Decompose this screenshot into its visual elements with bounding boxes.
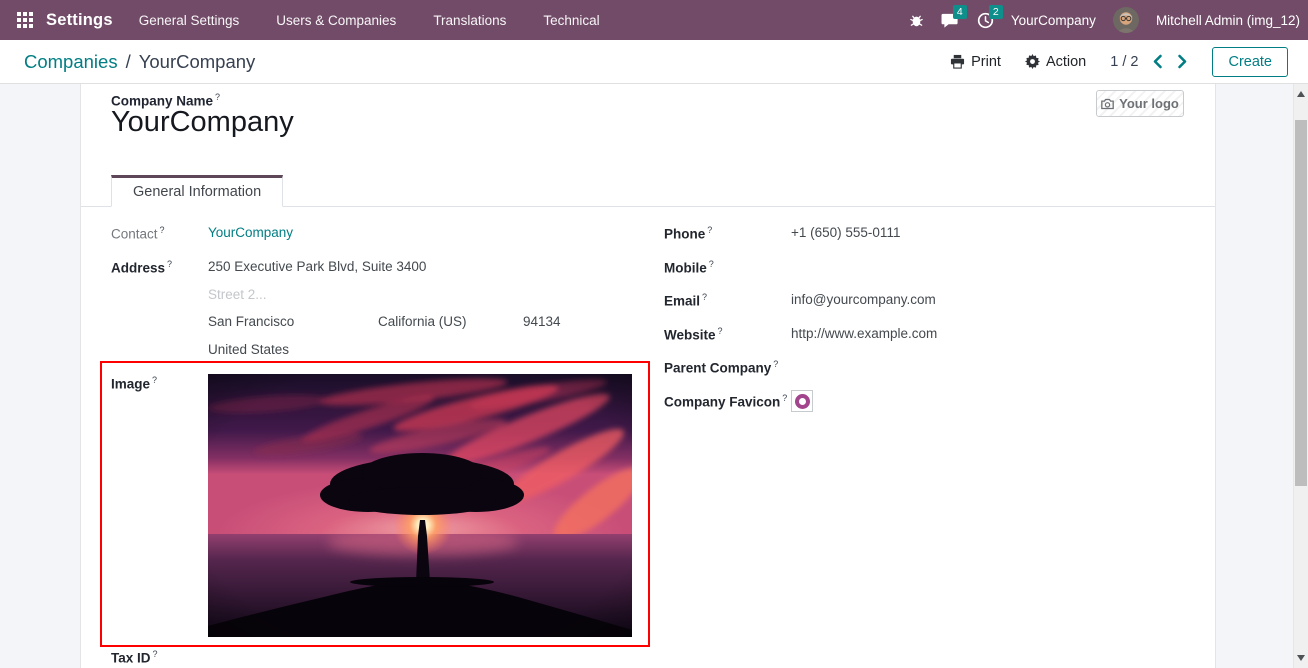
messages-badge: 4 <box>953 5 967 19</box>
printer-icon <box>950 54 965 69</box>
chevron-left-icon <box>1152 54 1163 69</box>
pager-next-button[interactable] <box>1177 54 1188 69</box>
help-marker: ? <box>707 225 712 235</box>
company-switcher[interactable]: YourCompany <box>1011 13 1096 28</box>
control-panel: Companies / YourCompany Print <box>0 40 1308 84</box>
menu-users-companies[interactable]: Users & Companies <box>276 13 396 28</box>
vertical-scrollbar[interactable] <box>1293 84 1308 668</box>
user-avatar[interactable] <box>1113 7 1139 33</box>
mobile-label-text: Mobile <box>664 261 707 276</box>
phone-label-text: Phone <box>664 227 705 242</box>
create-button[interactable]: Create <box>1212 47 1288 77</box>
sunset-tree-photo <box>208 374 632 637</box>
contact-label-text: Contact <box>111 227 158 242</box>
company-favicon-label: Company Favicon? <box>664 393 787 410</box>
website-input[interactable]: http://www.example.com <box>791 326 937 341</box>
scrollbar-up-button[interactable] <box>1294 86 1308 102</box>
breadcrumb-separator: / <box>126 51 131 73</box>
menu-translations[interactable]: Translations <box>433 13 506 28</box>
scrollbar-thumb[interactable] <box>1295 120 1307 486</box>
address-zip-input[interactable]: 94134 <box>523 314 561 329</box>
menu-general-settings[interactable]: General Settings <box>139 13 240 28</box>
form-view: Company Name? YourCompany Your logo Gene… <box>0 84 1308 668</box>
top-menu: General Settings Users & Companies Trans… <box>139 13 600 28</box>
app-name[interactable]: Settings <box>46 11 113 30</box>
help-marker: ? <box>702 292 707 302</box>
website-label-text: Website <box>664 328 716 343</box>
company-name-value[interactable]: YourCompany <box>111 106 294 139</box>
user-menu[interactable]: Mitchell Admin (img_12) <box>1156 13 1300 28</box>
help-marker: ? <box>773 359 778 369</box>
address-label-text: Address <box>111 261 165 276</box>
company-logo-upload[interactable]: Your logo <box>1096 90 1184 117</box>
print-label: Print <box>971 54 1001 70</box>
help-marker: ? <box>160 225 165 235</box>
company-image[interactable] <box>208 374 632 637</box>
help-marker: ? <box>215 92 220 102</box>
tab-label: General Information <box>133 184 261 200</box>
triangle-up-icon <box>1297 91 1305 97</box>
help-marker: ? <box>152 375 157 385</box>
phone-input[interactable]: +1 (650) 555-0111 <box>791 225 900 240</box>
breadcrumb-companies[interactable]: Companies <box>24 51 118 73</box>
help-marker: ? <box>167 259 172 269</box>
activities-button[interactable]: 2 <box>977 12 994 29</box>
tax-id-label: Tax ID? <box>111 649 158 666</box>
avatar-image <box>1113 7 1139 33</box>
image-label: Image? <box>111 375 157 392</box>
menu-technical[interactable]: Technical <box>543 13 599 28</box>
address-street2-input[interactable]: Street 2... <box>208 287 267 302</box>
print-menu[interactable]: Print <box>950 54 1001 70</box>
breadcrumb: Companies / YourCompany <box>24 51 255 73</box>
address-city-input[interactable]: San Francisco <box>208 314 294 329</box>
odoo-window: Settings General Settings Users & Compan… <box>0 0 1308 668</box>
debug-button[interactable] <box>909 13 924 28</box>
activities-badge: 2 <box>989 5 1003 19</box>
contact-label: Contact? <box>111 225 165 242</box>
breadcrumb-current: YourCompany <box>139 51 256 73</box>
bug-icon <box>909 13 924 28</box>
phone-label: Phone? <box>664 225 712 242</box>
apps-menu-icon[interactable] <box>12 7 38 33</box>
help-marker: ? <box>718 326 723 336</box>
scrollbar-down-button[interactable] <box>1294 650 1308 666</box>
pager: 1 / 2 <box>1110 54 1188 70</box>
logo-button-label: Your logo <box>1119 96 1179 111</box>
parent-company-label-text: Parent Company <box>664 361 771 376</box>
action-label: Action <box>1046 54 1086 70</box>
chevron-right-icon <box>1177 54 1188 69</box>
email-label-text: Email <box>664 294 700 309</box>
form-sheet: Company Name? YourCompany Your logo Gene… <box>80 84 1216 668</box>
parent-company-label: Parent Company? <box>664 359 778 376</box>
messages-button[interactable]: 4 <box>941 12 960 29</box>
tab-general-information[interactable]: General Information <box>111 175 283 207</box>
gear-icon <box>1025 54 1040 69</box>
tax-id-label-text: Tax ID <box>111 651 151 666</box>
action-menu[interactable]: Action <box>1025 54 1086 70</box>
website-label: Website? <box>664 326 723 343</box>
contact-value[interactable]: YourCompany <box>208 225 293 240</box>
control-panel-actions: Print Action 1 / 2 <box>950 47 1288 77</box>
mobile-label: Mobile? <box>664 259 714 276</box>
email-label: Email? <box>664 292 707 309</box>
systray: 4 2 YourCompany <box>909 7 1300 33</box>
help-marker: ? <box>709 259 714 269</box>
pager-value: 1 / 2 <box>1110 54 1138 70</box>
company-favicon-image[interactable] <box>791 390 813 412</box>
help-marker: ? <box>782 393 787 403</box>
grid-icon <box>17 12 33 28</box>
address-state-select[interactable]: California (US) <box>378 314 467 329</box>
camera-icon <box>1101 98 1114 110</box>
email-input[interactable]: info@yourcompany.com <box>791 292 936 307</box>
triangle-down-icon <box>1297 655 1305 661</box>
top-navbar: Settings General Settings Users & Compan… <box>0 0 1308 40</box>
favicon-ring-icon <box>795 394 810 409</box>
pager-previous-button[interactable] <box>1152 54 1163 69</box>
image-label-text: Image <box>111 377 150 392</box>
address-label: Address? <box>111 259 172 276</box>
company-favicon-label-text: Company Favicon <box>664 395 780 410</box>
help-marker: ? <box>153 649 158 659</box>
address-street-input[interactable]: 250 Executive Park Blvd, Suite 3400 <box>208 259 426 274</box>
address-country-select[interactable]: United States <box>208 342 289 357</box>
